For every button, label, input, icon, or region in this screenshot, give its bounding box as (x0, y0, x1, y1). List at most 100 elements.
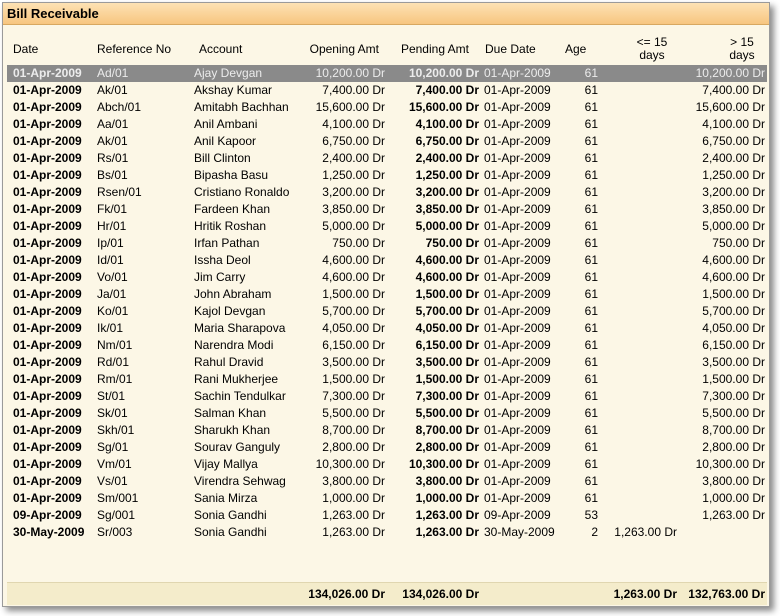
cell-opening-amt: 4,600.00 Dr (322, 270, 385, 284)
cell-opening-amt: 1,000.00 Dr (322, 491, 385, 505)
cell-due-date: 01-Apr-2009 (484, 423, 551, 437)
table-row[interactable]: 01-Apr-2009 Vm/01 Vijay Mallya 10,300.00 Dr… (7, 456, 767, 473)
table-row[interactable]: 01-Apr-2009 Sk/01 Salman Khan 5,500.00 Dr 5,… (7, 405, 767, 422)
cell-age: 61 (584, 304, 598, 318)
cell-due-date: 01-Apr-2009 (484, 440, 551, 454)
table-row[interactable]: 01-Apr-2009 Ja/01 John Abraham 1,500.00 Dr 1… (7, 286, 767, 303)
cell-pending-amt: 10,200.00 Dr (408, 66, 479, 80)
column-header-due-date[interactable]: Due Date (485, 34, 565, 64)
cell-opening-amt: 8,700.00 Dr (322, 423, 385, 437)
cell-date: 01-Apr-2009 (13, 389, 82, 403)
cell-pending-amt: 2,400.00 Dr (415, 151, 479, 165)
column-header-opening-amt[interactable]: Opening Amt (281, 34, 379, 64)
cell-gt15-days: 10,300.00 Dr (695, 457, 765, 471)
cell-date: 01-Apr-2009 (13, 202, 82, 216)
table-row[interactable]: 01-Apr-2009 Hr/01 Hritik Roshan 5,000.00 Dr… (7, 218, 767, 235)
cell-gt15-days: 4,100.00 Dr (702, 117, 765, 131)
table-row[interactable]: 01-Apr-2009 Skh/01 Sharukh Khan 8,700.00 Dr… (7, 422, 767, 439)
cell-reference: Abch/01 (97, 100, 142, 114)
cell-reference: Rm/01 (97, 372, 133, 386)
cell-opening-amt: 1,250.00 Dr (322, 168, 385, 182)
table-row[interactable]: 01-Apr-2009 Rsen/01 Cristiano Ronaldo 3,200… (7, 184, 767, 201)
cell-due-date: 01-Apr-2009 (484, 219, 551, 233)
cell-age: 61 (584, 236, 598, 250)
cell-pending-amt: 10,300.00 Dr (408, 457, 479, 471)
cell-opening-amt: 6,750.00 Dr (322, 134, 385, 148)
table-row[interactable]: 01-Apr-2009 Bs/01 Bipasha Basu 1,250.00 Dr 1… (7, 167, 767, 184)
cell-opening-amt: 750.00 Dr (332, 236, 385, 250)
cell-age: 61 (584, 151, 598, 165)
cell-opening-amt: 1,263.00 Dr (322, 525, 385, 539)
cell-gt15-days: 6,750.00 Dr (702, 134, 765, 148)
cell-gt15-days: 4,600.00 Dr (702, 270, 765, 284)
table-row[interactable]: 01-Apr-2009 Nm/01 Narendra Modi 6,150.00 Dr… (7, 337, 767, 354)
table-row[interactable]: 01-Apr-2009 Vs/01 Virendra Sehwag 3,800.00 … (7, 473, 767, 490)
cell-due-date: 09-Apr-2009 (484, 508, 551, 522)
cell-reference: St/01 (97, 389, 126, 403)
table-row[interactable]: 30-May-2009 Sr/003 Sonia Gandhi 1,263.00 Dr… (7, 524, 767, 541)
cell-date: 01-Apr-2009 (13, 168, 82, 182)
cell-reference: Hr/01 (97, 219, 127, 233)
cell-opening-amt: 3,850.00 Dr (322, 202, 385, 216)
table-row[interactable]: 01-Apr-2009 Id/01 Issha Deol 4,600.00 Dr 4,6… (7, 252, 767, 269)
column-header-reference[interactable]: Reference No (97, 34, 189, 64)
table-row[interactable]: 01-Apr-2009 St/01 Sachin Tendulkar 7,300.00… (7, 388, 767, 405)
cell-pending-amt: 5,700.00 Dr (415, 304, 479, 318)
table-row[interactable]: 01-Apr-2009 Ik/01 Maria Sharapova 4,050.00 … (7, 320, 767, 337)
cell-age: 53 (584, 508, 598, 522)
cell-due-date: 01-Apr-2009 (484, 134, 551, 148)
total-pending-amt: 134,026.00 Dr (402, 587, 479, 601)
table-row[interactable]: 01-Apr-2009 Sm/001 Sania Mirza 1,000.00 Dr 1… (7, 490, 767, 507)
cell-gt15-days: 2,400.00 Dr (702, 151, 765, 165)
cell-reference: Aa/01 (97, 117, 129, 131)
cell-age: 61 (584, 423, 598, 437)
table-row[interactable]: 01-Apr-2009 Ko/01 Kajol Devgan 5,700.00 Dr 5… (7, 303, 767, 320)
table-row[interactable]: 01-Apr-2009 Aa/01 Anil Ambani 4,100.00 Dr 4,… (7, 116, 767, 133)
table-row[interactable]: 09-Apr-2009 Sg/001 Sonia Gandhi 1,263.00 Dr… (7, 507, 767, 524)
table-row[interactable]: 01-Apr-2009 Ak/01 Anil Kapoor 6,750.00 Dr 6,… (7, 133, 767, 150)
cell-pending-amt: 5,000.00 Dr (415, 219, 479, 233)
table-row[interactable]: 01-Apr-2009 Fk/01 Fardeen Khan 3,850.00 Dr 3… (7, 201, 767, 218)
cell-age: 61 (584, 134, 598, 148)
cell-age: 61 (584, 321, 598, 335)
cell-date: 01-Apr-2009 (13, 355, 82, 369)
cell-age: 61 (584, 270, 598, 284)
table-row[interactable]: 01-Apr-2009 Rs/01 Bill Clinton 2,400.00 Dr 2… (7, 150, 767, 167)
table-row[interactable]: 01-Apr-2009 Ad/01 Ajay Devgan 10,200.00 Dr 1… (7, 65, 767, 82)
cell-gt15-days: 1,500.00 Dr (702, 372, 765, 386)
column-header-date[interactable]: Date (13, 34, 95, 64)
table-row[interactable]: 01-Apr-2009 Rm/01 Rani Mukherjee 1,500.00 D… (7, 371, 767, 388)
table-row[interactable]: 01-Apr-2009 Ip/01 Irfan Pathan 750.00 Dr 750… (7, 235, 767, 252)
cell-gt15-days: 1,500.00 Dr (702, 287, 765, 301)
cell-due-date: 01-Apr-2009 (484, 287, 551, 301)
total-le15-days: 1,263.00 Dr (613, 587, 677, 601)
cell-reference: Bs/01 (97, 168, 128, 182)
cell-gt15-days: 5,700.00 Dr (702, 304, 765, 318)
cell-date: 01-Apr-2009 (13, 304, 82, 318)
bill-table-body: 01-Apr-2009 Ad/01 Ajay Devgan 10,200.00 Dr 1… (7, 65, 767, 541)
cell-pending-amt: 8,700.00 Dr (415, 423, 479, 437)
table-row[interactable]: 01-Apr-2009 Abch/01 Amitabh Bachhan 15,600.… (7, 99, 767, 116)
cell-due-date: 01-Apr-2009 (484, 236, 551, 250)
cell-due-date: 01-Apr-2009 (484, 321, 551, 335)
column-header-age[interactable]: Age (565, 34, 601, 64)
cell-reference: Vm/01 (97, 457, 132, 471)
cell-opening-amt: 5,000.00 Dr (322, 219, 385, 233)
cell-opening-amt: 7,300.00 Dr (322, 389, 385, 403)
table-row[interactable]: 01-Apr-2009 Vo/01 Jim Carry 4,600.00 Dr 4,60… (7, 269, 767, 286)
cell-gt15-days: 7,300.00 Dr (702, 389, 765, 403)
cell-gt15-days: 8,700.00 Dr (702, 423, 765, 437)
cell-opening-amt: 5,700.00 Dr (322, 304, 385, 318)
table-row[interactable]: 01-Apr-2009 Sg/01 Sourav Ganguly 2,800.00 D… (7, 439, 767, 456)
column-header-pending-amt[interactable]: Pending Amt (377, 34, 469, 64)
cell-opening-amt: 10,200.00 Dr (315, 66, 385, 80)
cell-reference: Ak/01 (97, 83, 128, 97)
cell-reference: Nm/01 (97, 338, 133, 352)
cell-pending-amt: 4,050.00 Dr (415, 321, 479, 335)
cell-age: 61 (584, 440, 598, 454)
table-row[interactable]: 01-Apr-2009 Rd/01 Rahul Dravid 3,500.00 Dr 3… (7, 354, 767, 371)
table-row[interactable]: 01-Apr-2009 Ak/01 Akshay Kumar 7,400.00 Dr 7… (7, 82, 767, 99)
column-header-le15-days[interactable]: <= 15 days (617, 34, 687, 64)
column-header-gt15-days[interactable]: > 15 days (707, 34, 769, 64)
cell-opening-amt: 4,100.00 Dr (322, 117, 385, 131)
